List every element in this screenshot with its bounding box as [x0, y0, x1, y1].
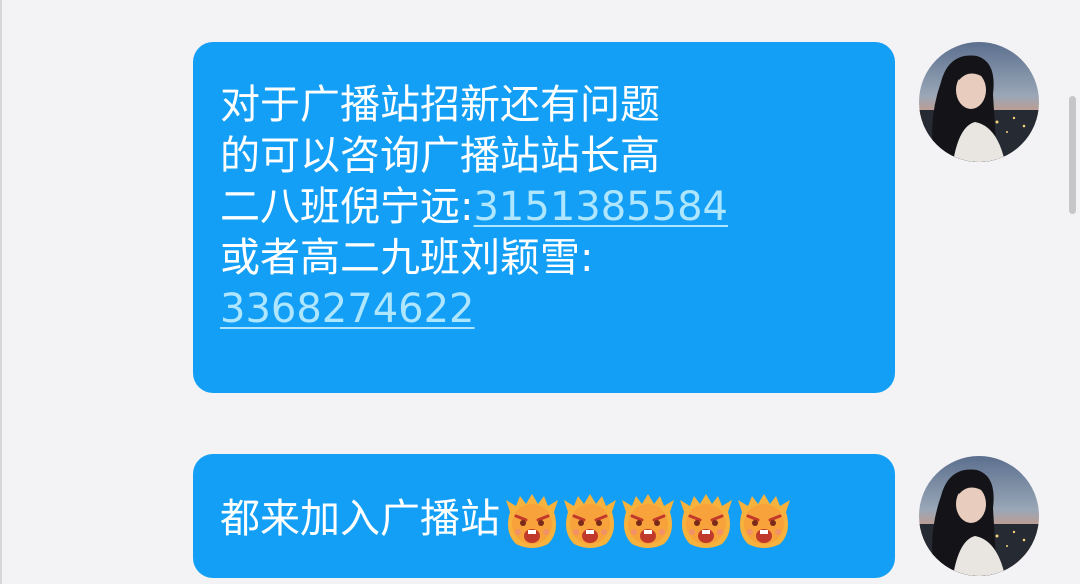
avatar-photo	[919, 456, 1039, 576]
left-edge-divider	[0, 0, 2, 584]
message-bubble[interactable]: 对于广播站招新还有问题 的可以咨询广播站站长高 二八班倪宁远:315138558…	[193, 42, 895, 393]
avatar[interactable]	[919, 42, 1039, 162]
angry-face-icon	[504, 492, 560, 550]
angry-face-icon	[736, 492, 792, 550]
message-line: 都来加入广播站	[220, 492, 869, 550]
scrollbar[interactable]	[1069, 96, 1076, 214]
message-line: 二八班倪宁远:3151385584	[220, 182, 869, 233]
message-text: 对于广播站招新还有问题 的可以咨询广播站站长高 二八班倪宁远:315138558…	[220, 80, 869, 335]
avatar-photo	[919, 42, 1039, 162]
angry-face-icon	[562, 492, 618, 550]
message-line-prefix: 二八班倪宁远:	[220, 184, 474, 230]
message-line: 的可以咨询广播站站长高	[220, 133, 660, 179]
message-line: 对于广播站招新还有问题	[220, 82, 660, 128]
phone-link[interactable]: 3368274622	[220, 286, 475, 332]
message-line: 或者高二九班刘颖雪:	[220, 235, 594, 281]
phone-link[interactable]: 3151385584	[473, 184, 728, 230]
emoji-row	[504, 492, 794, 550]
angry-face-icon	[678, 492, 734, 550]
avatar[interactable]	[919, 456, 1039, 576]
message-line: 3368274622	[220, 284, 869, 335]
message-line-text: 都来加入广播站	[220, 496, 500, 542]
message-bubble[interactable]: 都来加入广播站	[193, 454, 895, 578]
angry-face-icon	[620, 492, 676, 550]
message-text: 都来加入广播站	[220, 492, 869, 550]
